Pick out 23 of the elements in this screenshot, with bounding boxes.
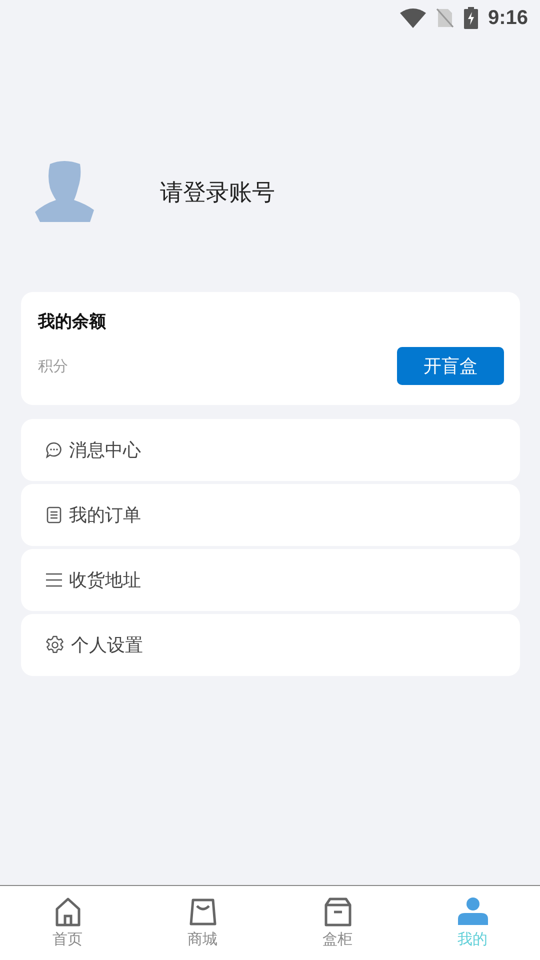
points-label: 积分 [38,356,68,376]
battery-charging-icon [464,7,478,29]
menu-icon [45,571,63,589]
login-prompt[interactable]: 请登录账号 [160,176,275,208]
tab-bar-item[interactable]: 商城 [135,886,270,960]
chat-bubble-icon [45,441,63,459]
wifi-icon [400,8,426,28]
person-icon [458,897,488,927]
tab-bar-item[interactable]: 首页 [0,886,135,960]
shopping-bag-icon [188,897,218,927]
avatar-silhouette-icon [34,160,96,224]
no-sim-icon [436,8,454,28]
menu-item[interactable]: 我的订单 [21,484,520,546]
box-icon [322,897,352,927]
open-blind-box-button[interactable]: 开盲盒 [397,347,504,385]
settings-icon [45,635,65,655]
menu-item[interactable]: 个人设置 [21,614,520,676]
document-icon [45,506,63,524]
balance-title: 我的余额 [38,311,107,333]
tab-bar-item[interactable]: 盒柜 [270,886,405,960]
menu-item[interactable]: 收货地址 [21,549,520,611]
menu-item[interactable]: 消息中心 [21,419,520,481]
status-time: 9:16 [488,6,528,30]
